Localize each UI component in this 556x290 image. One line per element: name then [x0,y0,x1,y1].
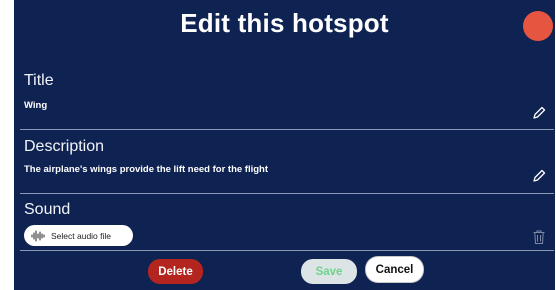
audio-wave-icon [31,230,45,242]
close-button[interactable] [523,11,553,41]
select-audio-file-label: Select audio file [51,230,112,241]
divider [20,193,554,194]
title-value[interactable]: Wing [24,100,47,111]
dialog-title: Edit this hotspot [180,8,389,38]
edit-title-pencil-icon[interactable] [531,105,547,121]
sound-label: Sound [24,201,71,218]
delete-button[interactable]: Delete [148,259,203,284]
edit-description-pencil-icon[interactable] [531,168,547,184]
title-label: Title [24,72,54,89]
select-audio-file-button[interactable]: Select audio file [24,225,133,246]
cancel-button[interactable]: Cancel [366,257,423,282]
edit-hotspot-dialog: Edit this hotspot Title Wing Description… [14,0,555,290]
save-button[interactable]: Save [301,259,357,284]
divider [20,129,554,130]
divider [20,250,554,251]
description-label: Description [24,138,105,155]
trash-icon[interactable] [532,229,546,245]
description-value[interactable]: The airplane's wings provide the lift ne… [24,164,268,175]
